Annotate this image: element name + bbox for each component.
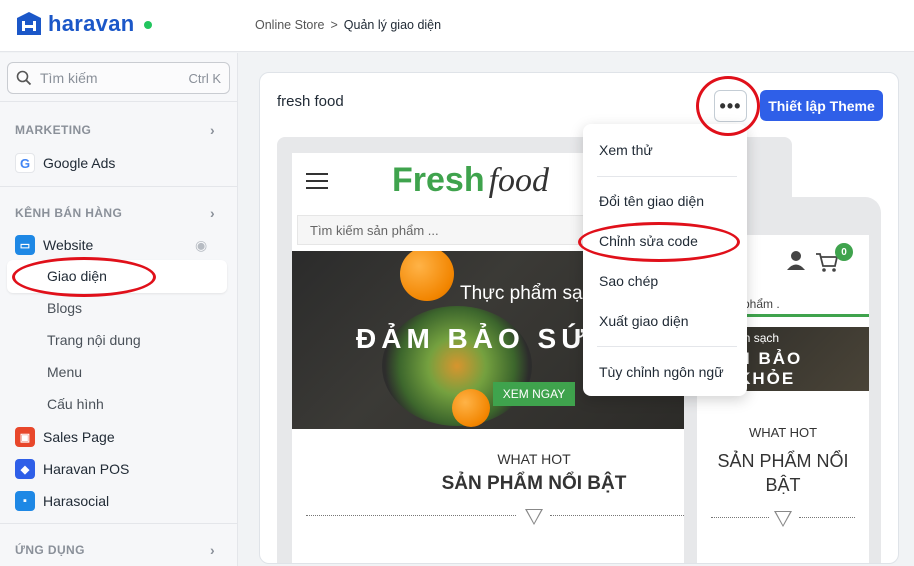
section-apps-label: ỨNG DỤNG xyxy=(15,543,85,557)
sidebar-item-website[interactable]: ▭ Website xyxy=(15,235,93,255)
search-input[interactable]: Tìm kiếm Ctrl K xyxy=(7,62,230,94)
featured-title: SẢN PHẨM NỔI BẬT xyxy=(441,473,627,494)
chevron-right-icon: › xyxy=(209,205,215,221)
logo-text: haravan xyxy=(48,11,135,36)
menu-item-rename[interactable]: Đổi tên giao diện xyxy=(599,193,704,209)
triangle-divider-icon xyxy=(774,511,792,527)
section-divider xyxy=(550,515,684,516)
sidebar-item-config[interactable]: Cấu hình xyxy=(47,396,104,412)
mobile-featured-title-1: SẢN PHẨM NỔI xyxy=(717,451,849,471)
menu-item-edit-code[interactable]: Chỉnh sửa code xyxy=(599,233,698,249)
sidebar: Tìm kiếm Ctrl K MARKETING › G Google Ads… xyxy=(0,53,238,566)
haravan-logo-icon xyxy=(17,12,41,35)
search-shortcut: Ctrl K xyxy=(188,70,222,86)
section-marketing-label: MARKETING xyxy=(15,123,92,137)
breadcrumb-separator: > xyxy=(330,18,338,32)
harasocial-icon: ▪ xyxy=(15,491,35,511)
sidebar-item-sales-page[interactable]: ▣ Sales Page xyxy=(15,427,115,447)
section-divider xyxy=(711,517,769,518)
orange-image xyxy=(400,251,454,301)
hero-subtitle: Thực phẩm sạch xyxy=(460,283,603,304)
section-sales-channels-label: KÊNH BÁN HÀNG xyxy=(15,206,123,220)
breadcrumb: Online Store > Quản lý giao diện xyxy=(255,18,441,32)
haravan-logo[interactable]: haravan xyxy=(14,10,153,38)
search-placeholder: Tìm kiếm xyxy=(40,70,98,86)
mobile-cart-count-badge: 0 xyxy=(835,243,853,261)
what-hot-label: WHAT HOT xyxy=(497,451,571,467)
sidebar-item-menu[interactable]: Menu xyxy=(47,364,82,380)
google-icon: G xyxy=(15,153,35,173)
hero-cta-button: XEM NGAY xyxy=(493,382,575,406)
divider xyxy=(0,186,238,187)
preview-brand-logo: Fresh food xyxy=(392,161,549,200)
setup-theme-button[interactable]: Thiết lập Theme xyxy=(760,90,883,121)
online-status-dot xyxy=(144,21,153,29)
menu-divider xyxy=(597,346,737,347)
search-icon xyxy=(16,70,32,86)
divider xyxy=(0,101,238,102)
sidebar-item-label: Website xyxy=(43,237,94,253)
hamburger-icon xyxy=(306,173,328,194)
sidebar-item-pages[interactable]: Trang nội dung xyxy=(47,332,141,348)
theme-actions-menu: Xem thử Đổi tên giao diện Chỉnh sửa code… xyxy=(583,124,747,396)
brand-food: food xyxy=(488,162,550,199)
mobile-what-hot: WHAT HOT xyxy=(748,425,818,440)
mobile-featured-title-2: BẬT xyxy=(765,475,801,495)
menu-item-preview[interactable]: Xem thử xyxy=(599,142,653,158)
sidebar-item-label: Sales Page xyxy=(43,429,115,445)
sidebar-item-blogs[interactable]: Blogs xyxy=(47,300,82,316)
triangle-divider-icon xyxy=(525,509,543,525)
chevron-right-icon: › xyxy=(209,542,215,558)
orange-image xyxy=(452,389,490,427)
menu-divider xyxy=(597,176,737,177)
section-apps[interactable]: ỨNG DỤNG › xyxy=(15,542,215,558)
menu-item-edit-language[interactable]: Tùy chỉnh ngôn ngữ xyxy=(599,364,724,380)
section-divider xyxy=(306,515,516,516)
section-divider xyxy=(799,517,855,518)
sidebar-item-label: Haravan POS xyxy=(43,461,130,477)
theme-name: fresh food xyxy=(277,93,344,110)
website-icon: ▭ xyxy=(15,235,35,255)
user-icon xyxy=(787,251,805,270)
svg-text:G: G xyxy=(20,156,30,170)
breadcrumb-current: Quản lý giao diện xyxy=(343,18,442,32)
more-options-button[interactable]: ••• xyxy=(714,90,747,122)
sidebar-item-theme[interactable]: Giao diện xyxy=(47,268,107,284)
sidebar-item-google-ads[interactable]: G Google Ads xyxy=(15,153,115,173)
active-item-highlight xyxy=(7,260,227,293)
section-marketing[interactable]: MARKETING › xyxy=(15,122,215,138)
divider xyxy=(0,523,238,524)
menu-item-duplicate[interactable]: Sao chép xyxy=(599,273,658,289)
theme-card: fresh food ••• Thiết lập Theme Fresh food… xyxy=(259,72,899,564)
chevron-right-icon: › xyxy=(209,122,215,138)
brand-fresh: Fresh xyxy=(392,161,485,199)
sidebar-item-haravan-pos[interactable]: ◆ Haravan POS xyxy=(15,459,129,479)
eye-icon[interactable]: ◉ xyxy=(195,237,207,254)
pos-icon: ◆ xyxy=(15,459,35,479)
menu-item-export[interactable]: Xuất giao diện xyxy=(599,313,689,329)
sales-page-icon: ▣ xyxy=(15,427,35,447)
breadcrumb-parent[interactable]: Online Store xyxy=(255,18,324,32)
sidebar-item-label: Google Ads xyxy=(43,155,116,171)
sidebar-item-harasocial[interactable]: ▪ Harasocial xyxy=(15,491,109,511)
top-bar: haravan Online Store > Quản lý giao diện xyxy=(0,0,914,52)
section-sales-channels[interactable]: KÊNH BÁN HÀNG › xyxy=(15,205,215,221)
sidebar-item-label: Harasocial xyxy=(43,493,110,509)
